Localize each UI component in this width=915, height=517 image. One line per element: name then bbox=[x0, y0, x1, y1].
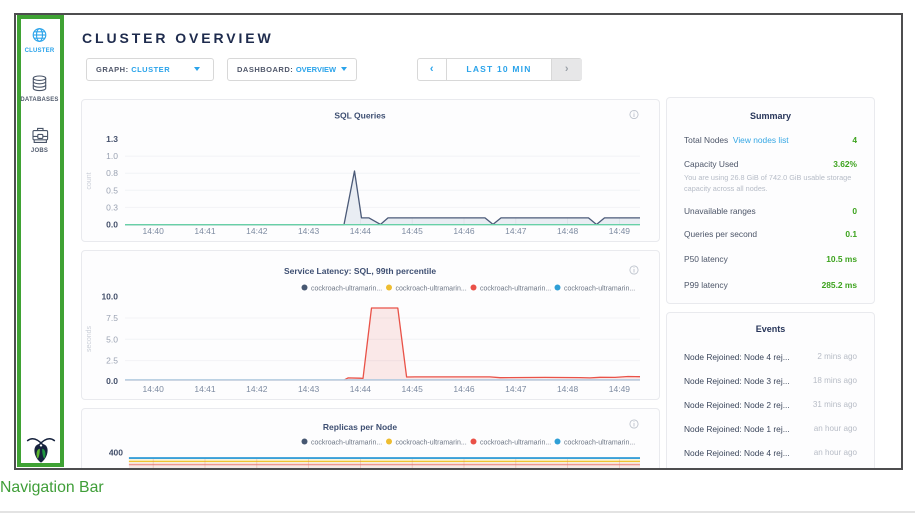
svg-text:cockroach-ultramarin...: cockroach-ultramarin... bbox=[396, 285, 467, 292]
svg-text:0.0: 0.0 bbox=[106, 376, 118, 386]
svg-text:14:47: 14:47 bbox=[505, 226, 527, 236]
svg-text:14:45: 14:45 bbox=[402, 226, 424, 236]
svg-text:count: count bbox=[86, 172, 93, 189]
svg-text:14:45: 14:45 bbox=[402, 384, 424, 394]
svg-text:14:44: 14:44 bbox=[350, 384, 372, 394]
svg-text:Service Latency: SQL, 99th per: Service Latency: SQL, 99th percentile bbox=[284, 266, 436, 276]
svg-text:14:43: 14:43 bbox=[298, 226, 320, 236]
svg-text:cockroach-ultramarin...: cockroach-ultramarin... bbox=[564, 285, 635, 292]
svg-text:1.0: 1.0 bbox=[106, 151, 118, 161]
svg-text:14:40: 14:40 bbox=[143, 384, 165, 394]
svg-text:0.8: 0.8 bbox=[106, 168, 118, 178]
svg-text:cockroach-ultramarin...: cockroach-ultramarin... bbox=[480, 285, 551, 292]
svg-text:cockroach-ultramarin...: cockroach-ultramarin... bbox=[480, 439, 551, 446]
svg-text:0.3: 0.3 bbox=[106, 202, 118, 212]
svg-text:14:42: 14:42 bbox=[246, 384, 268, 394]
svg-text:2.5: 2.5 bbox=[106, 356, 118, 366]
svg-text:cockroach-ultramarin...: cockroach-ultramarin... bbox=[396, 439, 467, 446]
svg-text:14:48: 14:48 bbox=[557, 384, 579, 394]
svg-text:14:49: 14:49 bbox=[609, 384, 631, 394]
svg-text:10.0: 10.0 bbox=[101, 292, 118, 302]
svg-text:14:40: 14:40 bbox=[143, 226, 165, 236]
svg-text:1.3: 1.3 bbox=[106, 134, 118, 144]
svg-text:0.5: 0.5 bbox=[106, 185, 118, 195]
svg-text:14:48: 14:48 bbox=[557, 226, 579, 236]
svg-text:14:41: 14:41 bbox=[194, 226, 216, 236]
svg-text:14:46: 14:46 bbox=[453, 226, 475, 236]
svg-text:0.0: 0.0 bbox=[106, 220, 118, 230]
svg-text:14:49: 14:49 bbox=[609, 226, 631, 236]
svg-text:14:44: 14:44 bbox=[350, 226, 372, 236]
svg-text:cockroach-ultramarin...: cockroach-ultramarin... bbox=[311, 439, 382, 446]
svg-text:14:47: 14:47 bbox=[505, 384, 527, 394]
svg-text:seconds: seconds bbox=[86, 325, 93, 352]
svg-text:14:43: 14:43 bbox=[298, 384, 320, 394]
svg-text:cockroach-ultramarin...: cockroach-ultramarin... bbox=[564, 439, 635, 446]
svg-text:14:46: 14:46 bbox=[453, 384, 475, 394]
svg-text:SQL Queries: SQL Queries bbox=[334, 111, 386, 121]
svg-text:cockroach-ultramarin...: cockroach-ultramarin... bbox=[311, 285, 382, 292]
svg-text:7.5: 7.5 bbox=[106, 313, 118, 323]
svg-text:14:42: 14:42 bbox=[246, 226, 268, 236]
svg-text:400: 400 bbox=[109, 447, 123, 457]
svg-text:14:41: 14:41 bbox=[194, 384, 216, 394]
svg-text:5.0: 5.0 bbox=[106, 334, 118, 344]
svg-text:Replicas per Node: Replicas per Node bbox=[323, 422, 397, 432]
